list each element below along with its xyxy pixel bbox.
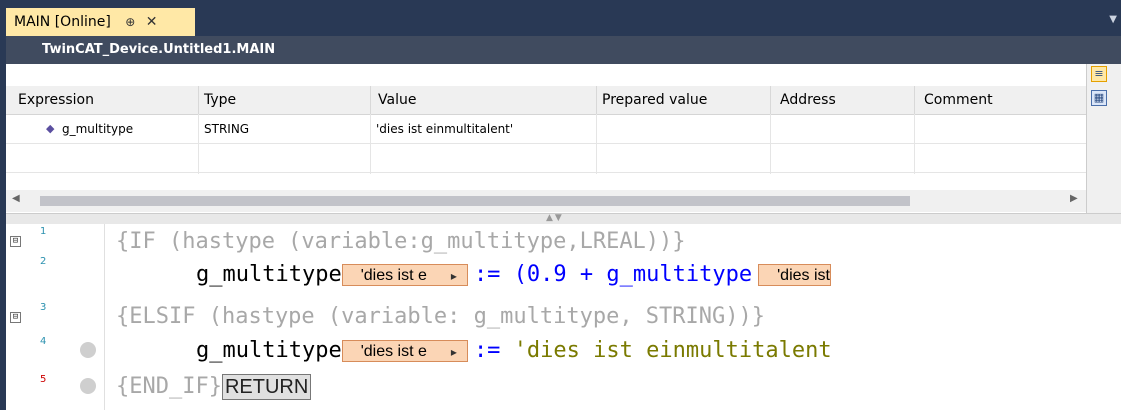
line-number: 5 (40, 374, 47, 385)
line-number: 4 (40, 336, 47, 347)
tab-dropdown-icon[interactable]: ▼ (1109, 14, 1117, 25)
inline-arrow-icon[interactable]: ▸ (451, 345, 457, 359)
inline-value: 'dies ist e (360, 343, 427, 360)
col-value[interactable]: Value (378, 86, 416, 114)
col-type[interactable]: Type (204, 86, 236, 114)
breakpoint-position-icon[interactable] (80, 378, 96, 394)
inline-value-box-2[interactable]: 'dies ist (758, 264, 831, 286)
col-comment[interactable]: Comment (924, 86, 993, 114)
horizontal-scrollbar[interactable]: ◀ ▶ (6, 190, 1086, 212)
col-separator[interactable] (370, 86, 371, 114)
string-literal: 'dies ist einmultitalent (513, 338, 832, 363)
variable-icon: ◆ (46, 122, 55, 135)
col-prepared-value[interactable]: Prepared value (602, 86, 707, 114)
breakpoint-position-icon[interactable] (80, 342, 96, 358)
tab-title: MAIN [Online] (14, 14, 111, 30)
cell-expression: g_multitype (62, 122, 134, 136)
scroll-thumb[interactable] (40, 196, 910, 206)
line-number: 2 (40, 256, 47, 267)
cell-value: 'dies ist einmultitalent' (376, 122, 514, 136)
table-row-empty[interactable] (6, 144, 1086, 173)
code-line-4: g_multitype 'dies ist e ▸ := 'dies ist einm… (196, 336, 832, 366)
grid-line (198, 114, 199, 174)
pragma-end-if: {END_IF} (116, 374, 222, 399)
document-tab-strip: MAIN [Online] ⊕ ✕ ▼ (0, 0, 1121, 36)
close-icon[interactable]: ✕ (146, 14, 158, 30)
line-number: 3 (40, 302, 47, 313)
fold-toggle-icon[interactable]: ⊟ (10, 236, 21, 247)
col-separator[interactable] (770, 86, 771, 114)
table-row[interactable]: ◆ g_multitype STRING 'dies ist einmultit… (6, 115, 1086, 144)
table-header: Expression Type Value Prepared value Add… (6, 86, 1086, 115)
assign-op: := (473, 262, 514, 287)
tab-main-online[interactable]: MAIN [Online] ⊕ ✕ (6, 8, 195, 36)
view-toolbar: ≡ ▦ (1086, 64, 1121, 214)
inline-value-box[interactable]: 'dies ist e ▸ (341, 340, 468, 362)
splitter-grip-icon: ▲▼ (546, 213, 564, 223)
code-editor[interactable]: ⊟ 1 {IF (hastype (variable:g_multitype,L… (6, 224, 1121, 410)
pin-icon[interactable]: ⊕ (125, 15, 135, 29)
cell-type: STRING (204, 122, 250, 136)
col-expression[interactable]: Expression (18, 86, 94, 114)
code-line-1: {IF (hastype (variable:g_multitype,LREAL… (116, 229, 686, 254)
expression: (0.9 + g_multitype (513, 262, 753, 287)
inline-value: 'dies ist e (360, 267, 427, 284)
col-separator[interactable] (198, 86, 199, 114)
inline-value-box[interactable]: 'dies ist e ▸ (341, 264, 468, 286)
return-flow-box[interactable]: RETURN (221, 374, 312, 400)
object-path: TwinCAT_Device.Untitled1.MAIN (6, 36, 1121, 64)
line-number: 1 (40, 226, 47, 237)
scroll-left-icon[interactable]: ◀ (12, 193, 20, 204)
inline-value-2: 'dies ist (777, 267, 830, 284)
table-view-icon[interactable]: ▦ (1091, 90, 1107, 106)
code-line-5: {END_IF} RETURN (116, 372, 312, 402)
col-address[interactable]: Address (780, 86, 836, 114)
grid-line (596, 114, 597, 174)
grid-line (370, 114, 371, 174)
var-ref: g_multitype (196, 338, 342, 363)
text-view-icon[interactable]: ≡ (1091, 66, 1107, 82)
code-line-3: {ELSIF (hastype (variable: g_multitype, … (116, 304, 766, 329)
grid-line (914, 114, 915, 174)
scroll-right-icon[interactable]: ▶ (1070, 193, 1078, 204)
grid-line (770, 114, 771, 174)
inline-arrow-icon[interactable]: ▸ (451, 269, 457, 283)
fold-toggle-icon[interactable]: ⊟ (10, 312, 21, 323)
col-separator[interactable] (914, 86, 915, 114)
code-line-2: g_multitype 'dies ist e ▸ := (0.9 + g_multi… (196, 260, 837, 290)
var-ref: g_multitype (196, 262, 342, 287)
col-separator[interactable] (596, 86, 597, 114)
gutter-divider (104, 224, 105, 410)
assign-op: := (473, 338, 514, 363)
